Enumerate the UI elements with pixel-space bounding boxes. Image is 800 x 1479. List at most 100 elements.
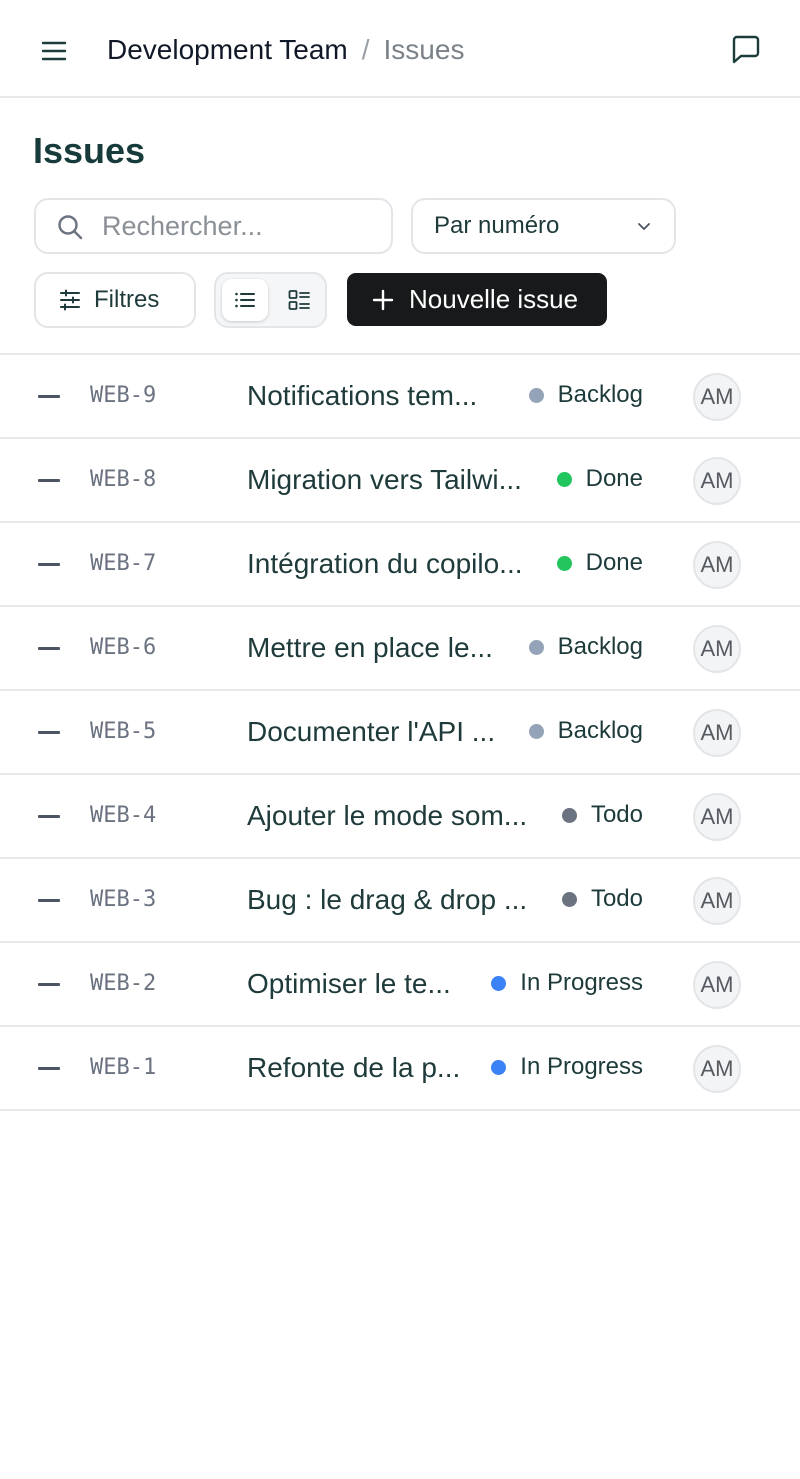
chat-button[interactable] <box>726 30 766 70</box>
search-icon <box>58 215 83 240</box>
priority-none-icon <box>38 731 60 734</box>
issue-title: Optimiser le te... <box>247 968 451 999</box>
new-issue-label: Nouvelle issue <box>409 284 579 314</box>
avatar[interactable]: AM <box>693 373 741 421</box>
avatar[interactable]: AM <box>693 457 741 505</box>
status-label: In Progress <box>520 969 643 996</box>
avatar[interactable]: AM <box>693 961 741 1009</box>
issue-title: Bug : le drag & drop ... <box>247 884 528 915</box>
status-dot-icon <box>556 555 572 571</box>
issue-title: Migration vers Tailwi... <box>247 464 522 495</box>
status-badge[interactable]: Backlog <box>528 381 643 409</box>
status-dot-icon <box>561 807 577 823</box>
breadcrumb-separator: / <box>361 34 370 65</box>
issue-row[interactable]: WEB-9 Notifications tem... Backlog AM <box>0 355 800 439</box>
issue-id: WEB-3 <box>90 887 157 912</box>
issue-row[interactable]: WEB-1 Refonte de la p... In Progress AM <box>0 1027 800 1111</box>
issue-row[interactable]: WEB-6 Mettre en place le... Backlog AM <box>0 607 800 691</box>
plus-icon <box>372 289 394 310</box>
issue-row[interactable]: WEB-3 Bug : le drag & drop ... Todo AM <box>0 859 800 943</box>
avatar[interactable]: AM <box>693 793 741 841</box>
priority-none-icon <box>38 983 60 986</box>
view-toggle <box>214 272 327 328</box>
issue-row[interactable]: WEB-2 Optimiser le te... In Progress AM <box>0 943 800 1027</box>
board-view-button[interactable] <box>276 279 322 321</box>
filters-button[interactable]: Filtres <box>34 272 196 328</box>
issue-row[interactable]: WEB-4 Ajouter le mode som... Todo AM <box>0 775 800 859</box>
issue-row[interactable]: WEB-8 Migration vers Tailwi... Done AM <box>0 439 800 523</box>
status-label: Backlog <box>557 717 643 744</box>
status-badge[interactable]: In Progress <box>491 1053 643 1081</box>
issue-row[interactable]: WEB-5 Documenter l'API ... Backlog AM <box>0 691 800 775</box>
priority-none-icon <box>38 479 60 482</box>
status-badge[interactable]: Todo <box>561 801 643 829</box>
breadcrumb-current: Issues <box>383 34 465 65</box>
priority-none-icon <box>38 815 60 818</box>
priority-none-icon <box>38 899 60 902</box>
status-label: Backlog <box>557 633 643 660</box>
list-icon <box>235 292 255 308</box>
status-dot-icon <box>528 639 544 655</box>
sort-select-value: Par numéro <box>434 212 560 239</box>
status-dot-icon <box>561 891 577 907</box>
search-box[interactable] <box>34 198 393 254</box>
status-badge[interactable]: Done <box>556 549 643 577</box>
issue-id: WEB-2 <box>90 971 157 996</box>
status-label: Done <box>585 549 643 576</box>
message-square-icon <box>732 35 760 64</box>
search-input[interactable] <box>102 200 382 252</box>
breadcrumb-team[interactable]: Development Team <box>107 34 348 66</box>
status-label: Done <box>585 465 643 492</box>
status-badge[interactable]: Done <box>556 465 643 493</box>
status-dot-icon <box>491 975 507 991</box>
status-badge[interactable]: Backlog <box>528 633 643 661</box>
issue-list: WEB-9 Notifications tem... Backlog AM WEB-8 M… <box>0 353 800 1111</box>
priority-none-icon <box>38 647 60 650</box>
avatar[interactable]: AM <box>693 541 741 589</box>
status-badge[interactable]: Backlog <box>528 717 643 745</box>
issue-id: WEB-6 <box>90 635 157 660</box>
issue-row[interactable]: WEB-7 Intégration du copilo... Done AM <box>0 523 800 607</box>
priority-none-icon <box>38 563 60 566</box>
chevron-down-icon <box>638 223 650 230</box>
status-dot-icon <box>491 1059 507 1075</box>
list-view-button[interactable] <box>222 279 268 321</box>
issue-id: WEB-5 <box>90 719 157 744</box>
sliders-icon <box>60 289 80 311</box>
priority-none-icon <box>38 395 60 398</box>
issue-title: Refonte de la p... <box>247 1052 461 1083</box>
status-label: Backlog <box>557 381 643 408</box>
top-bar: Development Team / Issues <box>0 0 800 98</box>
breadcrumb: Development Team / Issues <box>107 33 464 67</box>
issue-id: WEB-8 <box>90 467 157 492</box>
avatar[interactable]: AM <box>693 877 741 925</box>
new-issue-button[interactable]: Nouvelle issue <box>347 273 607 326</box>
status-dot-icon <box>528 387 544 403</box>
status-badge[interactable]: Todo <box>561 885 643 913</box>
issue-title: Intégration du copilo... <box>247 548 523 579</box>
avatar[interactable]: AM <box>693 625 741 673</box>
page-title: Issues <box>33 130 146 171</box>
issue-title: Notifications tem... <box>247 380 478 411</box>
issue-title: Mettre en place le... <box>247 632 493 663</box>
issue-id: WEB-9 <box>90 383 157 408</box>
avatar[interactable]: AM <box>693 1045 741 1093</box>
status-dot-icon <box>528 723 544 739</box>
status-dot-icon <box>556 471 572 487</box>
filters-label: Filtres <box>94 286 160 313</box>
menu-button[interactable] <box>34 31 74 71</box>
status-label: In Progress <box>520 1053 643 1080</box>
issue-title: Documenter l'API ... <box>247 716 496 747</box>
issue-id: WEB-4 <box>90 803 157 828</box>
issue-title: Ajouter le mode som... <box>247 800 528 831</box>
status-badge[interactable]: In Progress <box>491 969 643 997</box>
hamburger-menu-icon <box>41 41 67 61</box>
issue-id: WEB-1 <box>90 1055 157 1080</box>
status-label: Todo <box>590 801 643 828</box>
sort-select[interactable]: Par numéro <box>411 198 676 254</box>
status-label: Todo <box>590 885 643 912</box>
board-icon <box>288 290 310 310</box>
avatar[interactable]: AM <box>693 709 741 757</box>
issue-id: WEB-7 <box>90 551 157 576</box>
priority-none-icon <box>38 1067 60 1070</box>
